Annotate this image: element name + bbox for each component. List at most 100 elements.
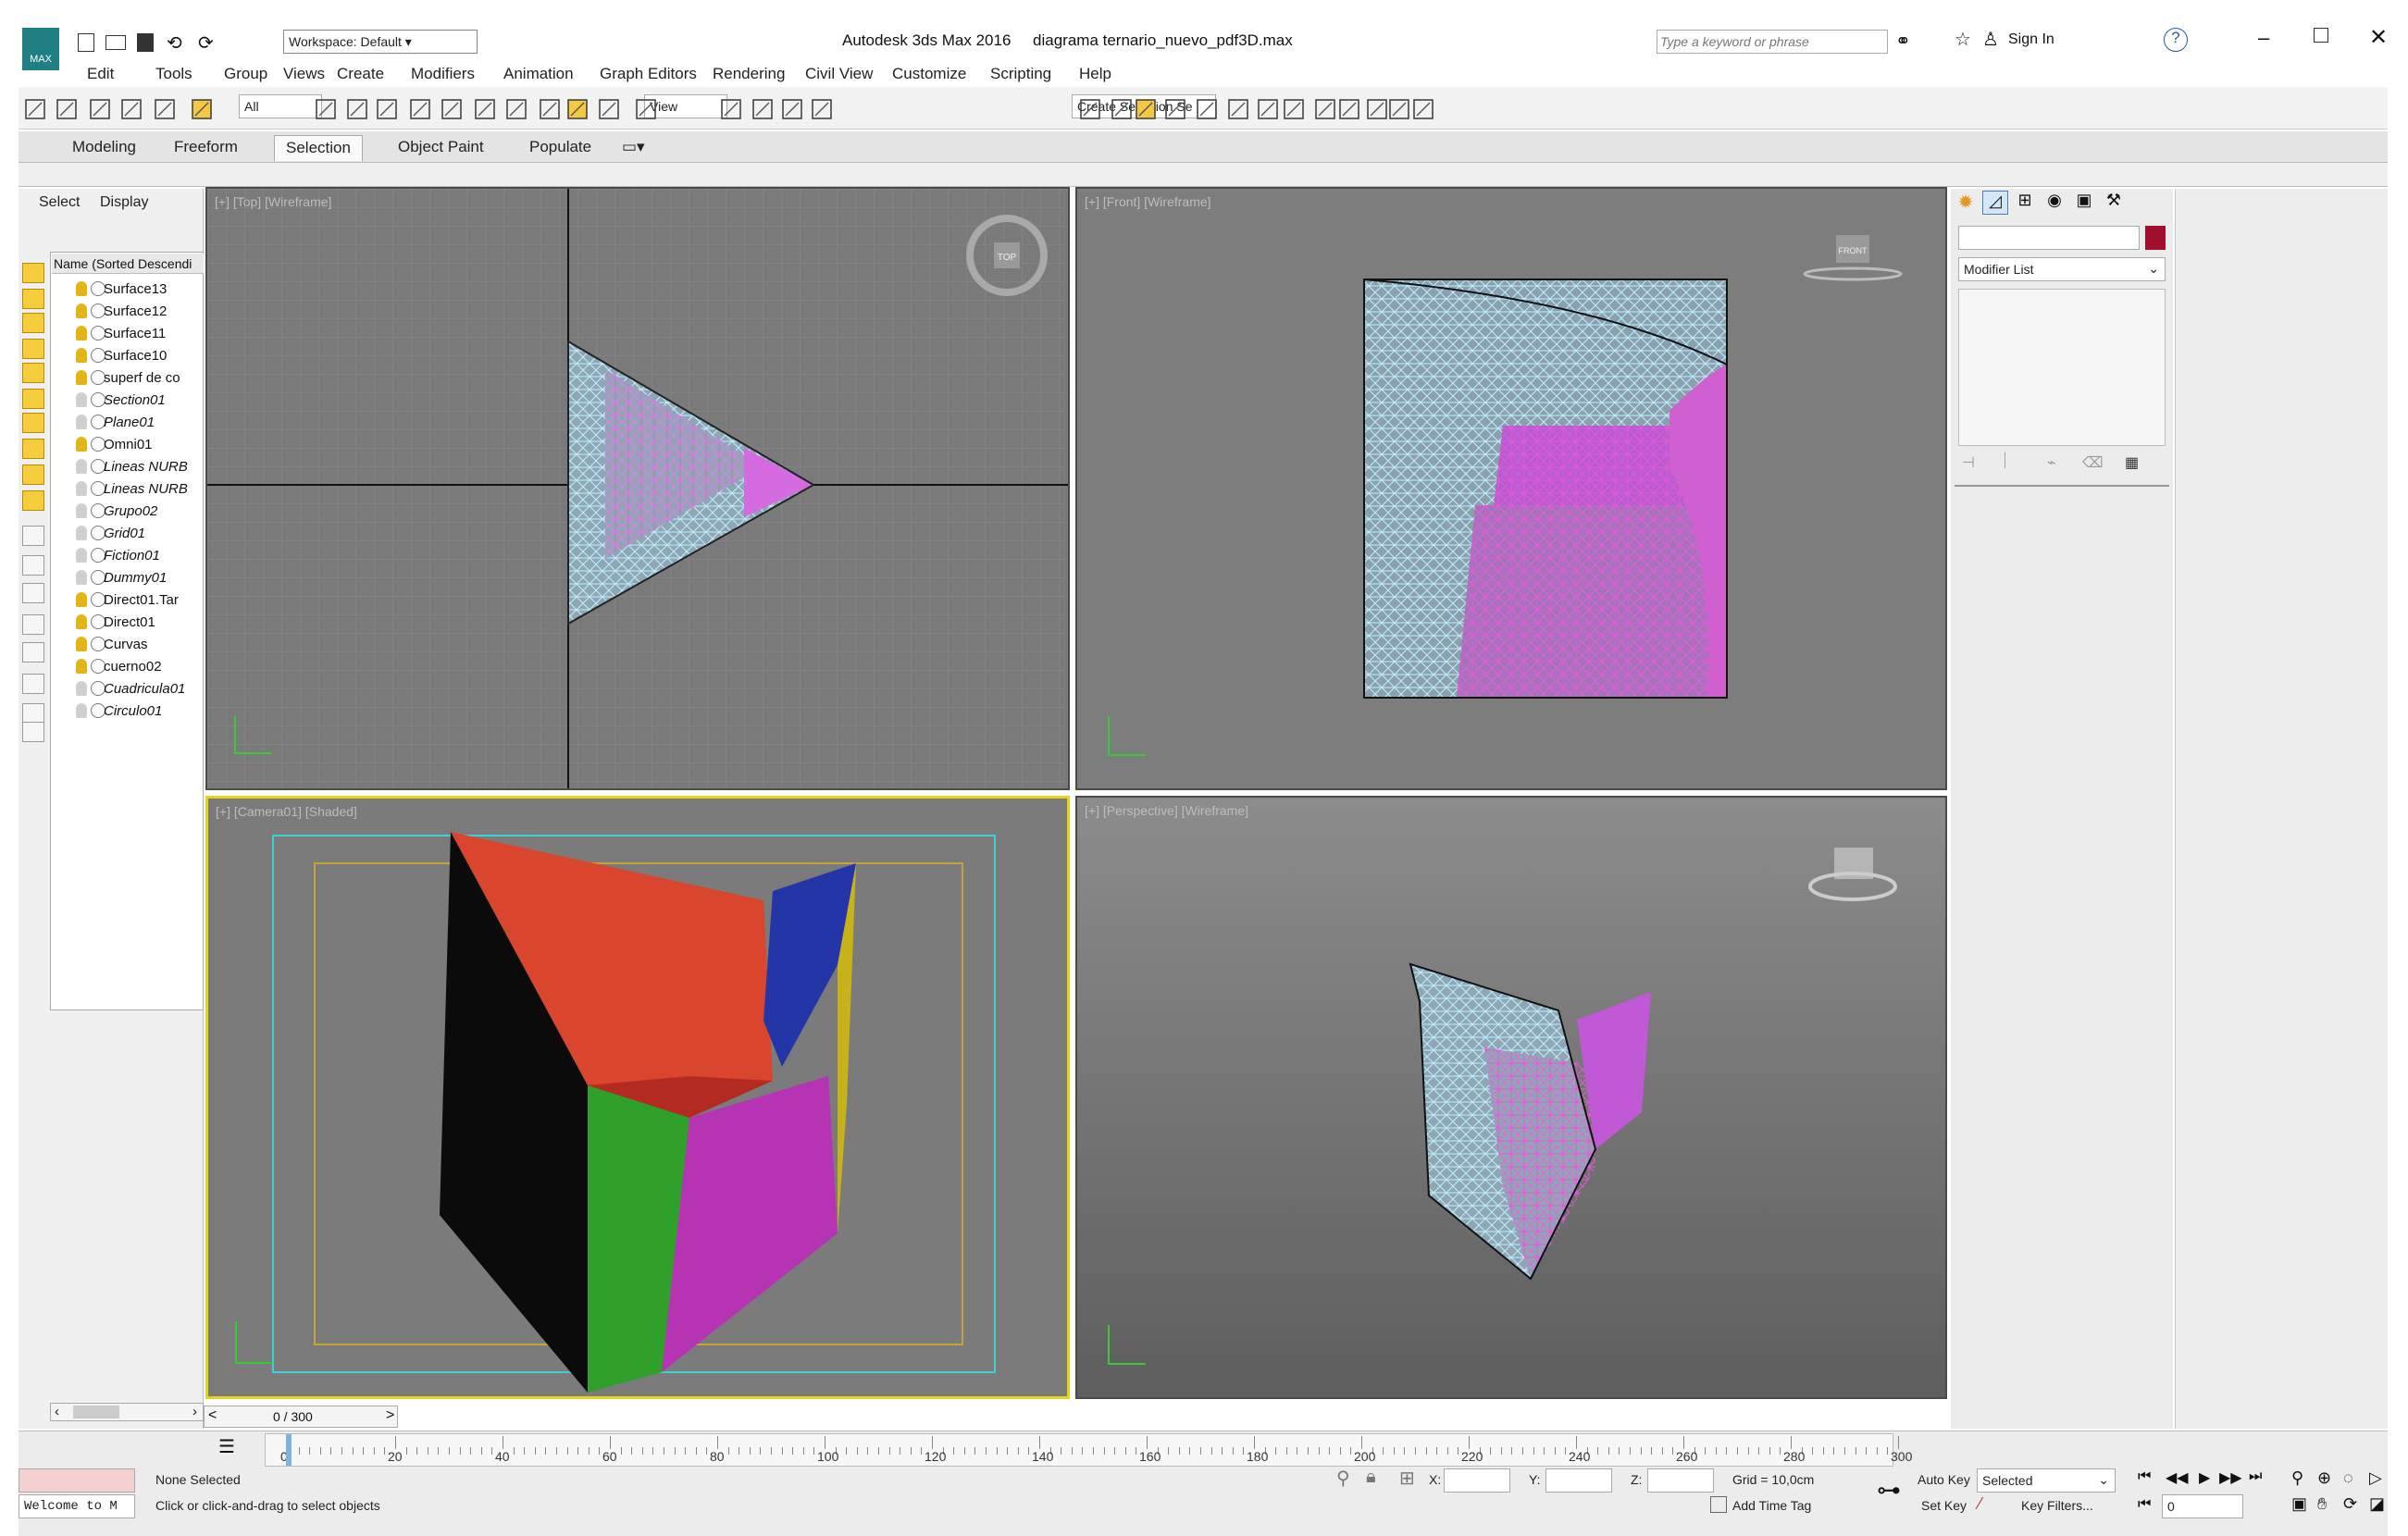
lightbulb-icon[interactable] xyxy=(76,703,87,718)
time-slider-prev-icon[interactable]: < xyxy=(208,1407,217,1424)
undo-icon[interactable]: ⟲ xyxy=(167,31,182,55)
select-by-name-icon[interactable] xyxy=(309,93,341,124)
lightbulb-icon[interactable] xyxy=(76,503,87,518)
modifier-stack[interactable] xyxy=(1958,289,2166,446)
add-time-tag-button[interactable]: Add Time Tag xyxy=(1732,1498,1811,1513)
select-and-link-icon[interactable] xyxy=(83,93,115,124)
zoom-icon[interactable]: ⚲ xyxy=(2291,1468,2303,1488)
display-tab-icon[interactable]: ▣ xyxy=(2071,191,2097,215)
zoom-all-icon[interactable]: ⊕ xyxy=(2317,1468,2331,1488)
viewport-front-label[interactable]: [+] [Front] [Wireframe] xyxy=(1085,194,1211,209)
modifier-list-dropdown[interactable]: Modifier List ⌄ xyxy=(1958,257,2166,281)
create-tab-icon[interactable]: ✹ xyxy=(1953,191,1979,215)
maxscript-output[interactable]: Welcome to M xyxy=(19,1494,135,1518)
viewport-camera[interactable]: [+] [Camera01] [Shaded] xyxy=(205,796,1070,1399)
menu-customize[interactable]: Customize xyxy=(892,65,966,83)
scene-item[interactable]: Surface10 xyxy=(19,344,189,366)
toggle-ribbon-icon[interactable] xyxy=(1159,93,1190,124)
scene-item[interactable]: Dummy01 xyxy=(19,566,189,588)
lightbulb-icon[interactable] xyxy=(76,370,87,385)
time-marker[interactable] xyxy=(286,1434,292,1466)
scene-item[interactable]: Omni01 xyxy=(19,433,189,455)
menu-help[interactable]: Help xyxy=(1079,65,1111,83)
new-file-icon[interactable] xyxy=(78,33,94,52)
menu-views[interactable]: Views xyxy=(283,65,325,83)
absolute-mode-icon[interactable]: ⊞ xyxy=(1399,1467,1415,1490)
ribbon-tab-modeling[interactable]: Modeling xyxy=(61,135,147,161)
minimize-button[interactable]: – xyxy=(2258,26,2269,50)
make-unique-icon[interactable]: ⌁ xyxy=(2047,453,2056,472)
pan-icon[interactable]: ✋︎ xyxy=(2317,1494,2327,1514)
scene-item[interactable]: Grid01 xyxy=(19,522,189,544)
scene-item[interactable]: Section01 xyxy=(19,389,189,411)
lightbulb-icon[interactable] xyxy=(76,637,87,651)
workspace-dropdown[interactable]: Workspace: Default ▾ xyxy=(283,30,478,54)
scene-item[interactable]: Surface11 xyxy=(19,322,189,344)
scene-item[interactable]: cuerno02 xyxy=(19,655,189,677)
menu-modifiers[interactable]: Modifiers xyxy=(411,65,475,83)
lightbulb-icon[interactable] xyxy=(76,415,87,429)
time-tag-icon[interactable] xyxy=(1710,1496,1727,1513)
keyboard-shortcut-override-icon[interactable] xyxy=(592,93,624,124)
explorer-column-header[interactable]: Name (Sorted Descendi xyxy=(52,254,204,274)
redo-icon[interactable]: ⟳ xyxy=(198,31,214,55)
select-and-move-icon[interactable] xyxy=(403,93,435,124)
scene-item[interactable]: superf de co xyxy=(19,366,189,389)
ribbon-tab-selection[interactable]: Selection xyxy=(274,135,363,161)
open-file-icon[interactable] xyxy=(106,35,126,50)
previous-frame-icon[interactable]: ◀◀ xyxy=(2166,1468,2189,1487)
save-file-icon[interactable] xyxy=(137,33,154,52)
scroll-thumb[interactable] xyxy=(73,1406,119,1418)
show-end-result-icon[interactable]: ⏐ xyxy=(2001,453,2009,470)
key-filters-button[interactable]: Key Filters... xyxy=(2021,1498,2093,1513)
menu-group[interactable]: Group xyxy=(224,65,267,83)
lightbulb-icon[interactable] xyxy=(76,481,87,496)
lightbulb-icon[interactable] xyxy=(76,681,87,696)
scroll-right-icon[interactable]: › xyxy=(192,1404,197,1419)
tab-display[interactable]: Display xyxy=(100,194,148,211)
orbit-icon[interactable]: ◌ xyxy=(2343,1468,2353,1488)
z-coordinate-field[interactable] xyxy=(1647,1468,1714,1493)
viewport-camera-label[interactable]: [+] [Camera01] [Shaded] xyxy=(216,804,357,819)
time-slider[interactable]: < 0 / 300 > xyxy=(204,1406,398,1428)
redo-icon[interactable] xyxy=(50,93,81,124)
set-key-icon[interactable]: ⊶ xyxy=(1877,1476,1901,1505)
percent-snap-icon[interactable] xyxy=(746,93,777,124)
ribbon-options-icon[interactable]: ▭▾ xyxy=(611,135,656,161)
select-object-icon[interactable] xyxy=(185,93,217,124)
key-mode-dropdown[interactable]: Selected ⌄ xyxy=(1977,1468,2116,1493)
configure-sets-icon[interactable]: ▦ xyxy=(2125,453,2139,472)
scene-item[interactable]: Cuadricula01 xyxy=(19,677,189,700)
isolate-icon[interactable]: ⚲ xyxy=(1336,1467,1350,1490)
motion-tab-icon[interactable]: ◉ xyxy=(2042,191,2067,215)
current-frame-field[interactable]: 0 xyxy=(2162,1494,2243,1518)
ribbon-tab-object-paint[interactable]: Object Paint xyxy=(387,135,495,161)
snaps-toggle-icon[interactable] xyxy=(629,93,661,124)
select-and-place-icon[interactable] xyxy=(500,93,531,124)
object-color-swatch[interactable] xyxy=(2145,226,2166,250)
selection-lock-icon[interactable]: 🔒︎ xyxy=(1366,1467,1376,1488)
lightbulb-icon[interactable] xyxy=(76,326,87,341)
select-and-scale-icon[interactable] xyxy=(468,93,500,124)
lightbulb-icon[interactable] xyxy=(76,548,87,563)
menu-tools[interactable]: Tools xyxy=(155,65,192,83)
menu-edit[interactable]: Edit xyxy=(87,65,114,83)
undo-icon[interactable] xyxy=(19,93,50,124)
select-and-rotate-icon[interactable] xyxy=(435,93,466,124)
viewport-perspective-label[interactable]: [+] [Perspective] [Wireframe] xyxy=(1085,803,1248,818)
star-icon[interactable]: ☆ xyxy=(1955,28,1971,51)
user-icon[interactable]: ♙ xyxy=(1982,28,1999,51)
zoom-extents-icon[interactable]: ▣ xyxy=(2291,1494,2307,1514)
help-icon[interactable]: ? xyxy=(2164,28,2188,52)
scene-item[interactable]: Direct01 xyxy=(19,611,189,633)
rectangular-selection-icon[interactable] xyxy=(341,93,372,124)
scene-item[interactable]: Circulo01 xyxy=(19,700,189,722)
lightbulb-icon[interactable] xyxy=(76,437,87,452)
lightbulb-icon[interactable] xyxy=(76,659,87,674)
toggle-hierarchy-icon[interactable] xyxy=(22,722,44,742)
key-tangent-icon[interactable]: ⁄ xyxy=(1979,1494,1981,1514)
schematic-view-icon[interactable] xyxy=(1222,93,1253,124)
menu-rendering[interactable]: Rendering xyxy=(713,65,785,83)
lightbulb-icon[interactable] xyxy=(76,570,87,585)
toggle-layer-explorer-icon[interactable] xyxy=(1129,93,1161,124)
